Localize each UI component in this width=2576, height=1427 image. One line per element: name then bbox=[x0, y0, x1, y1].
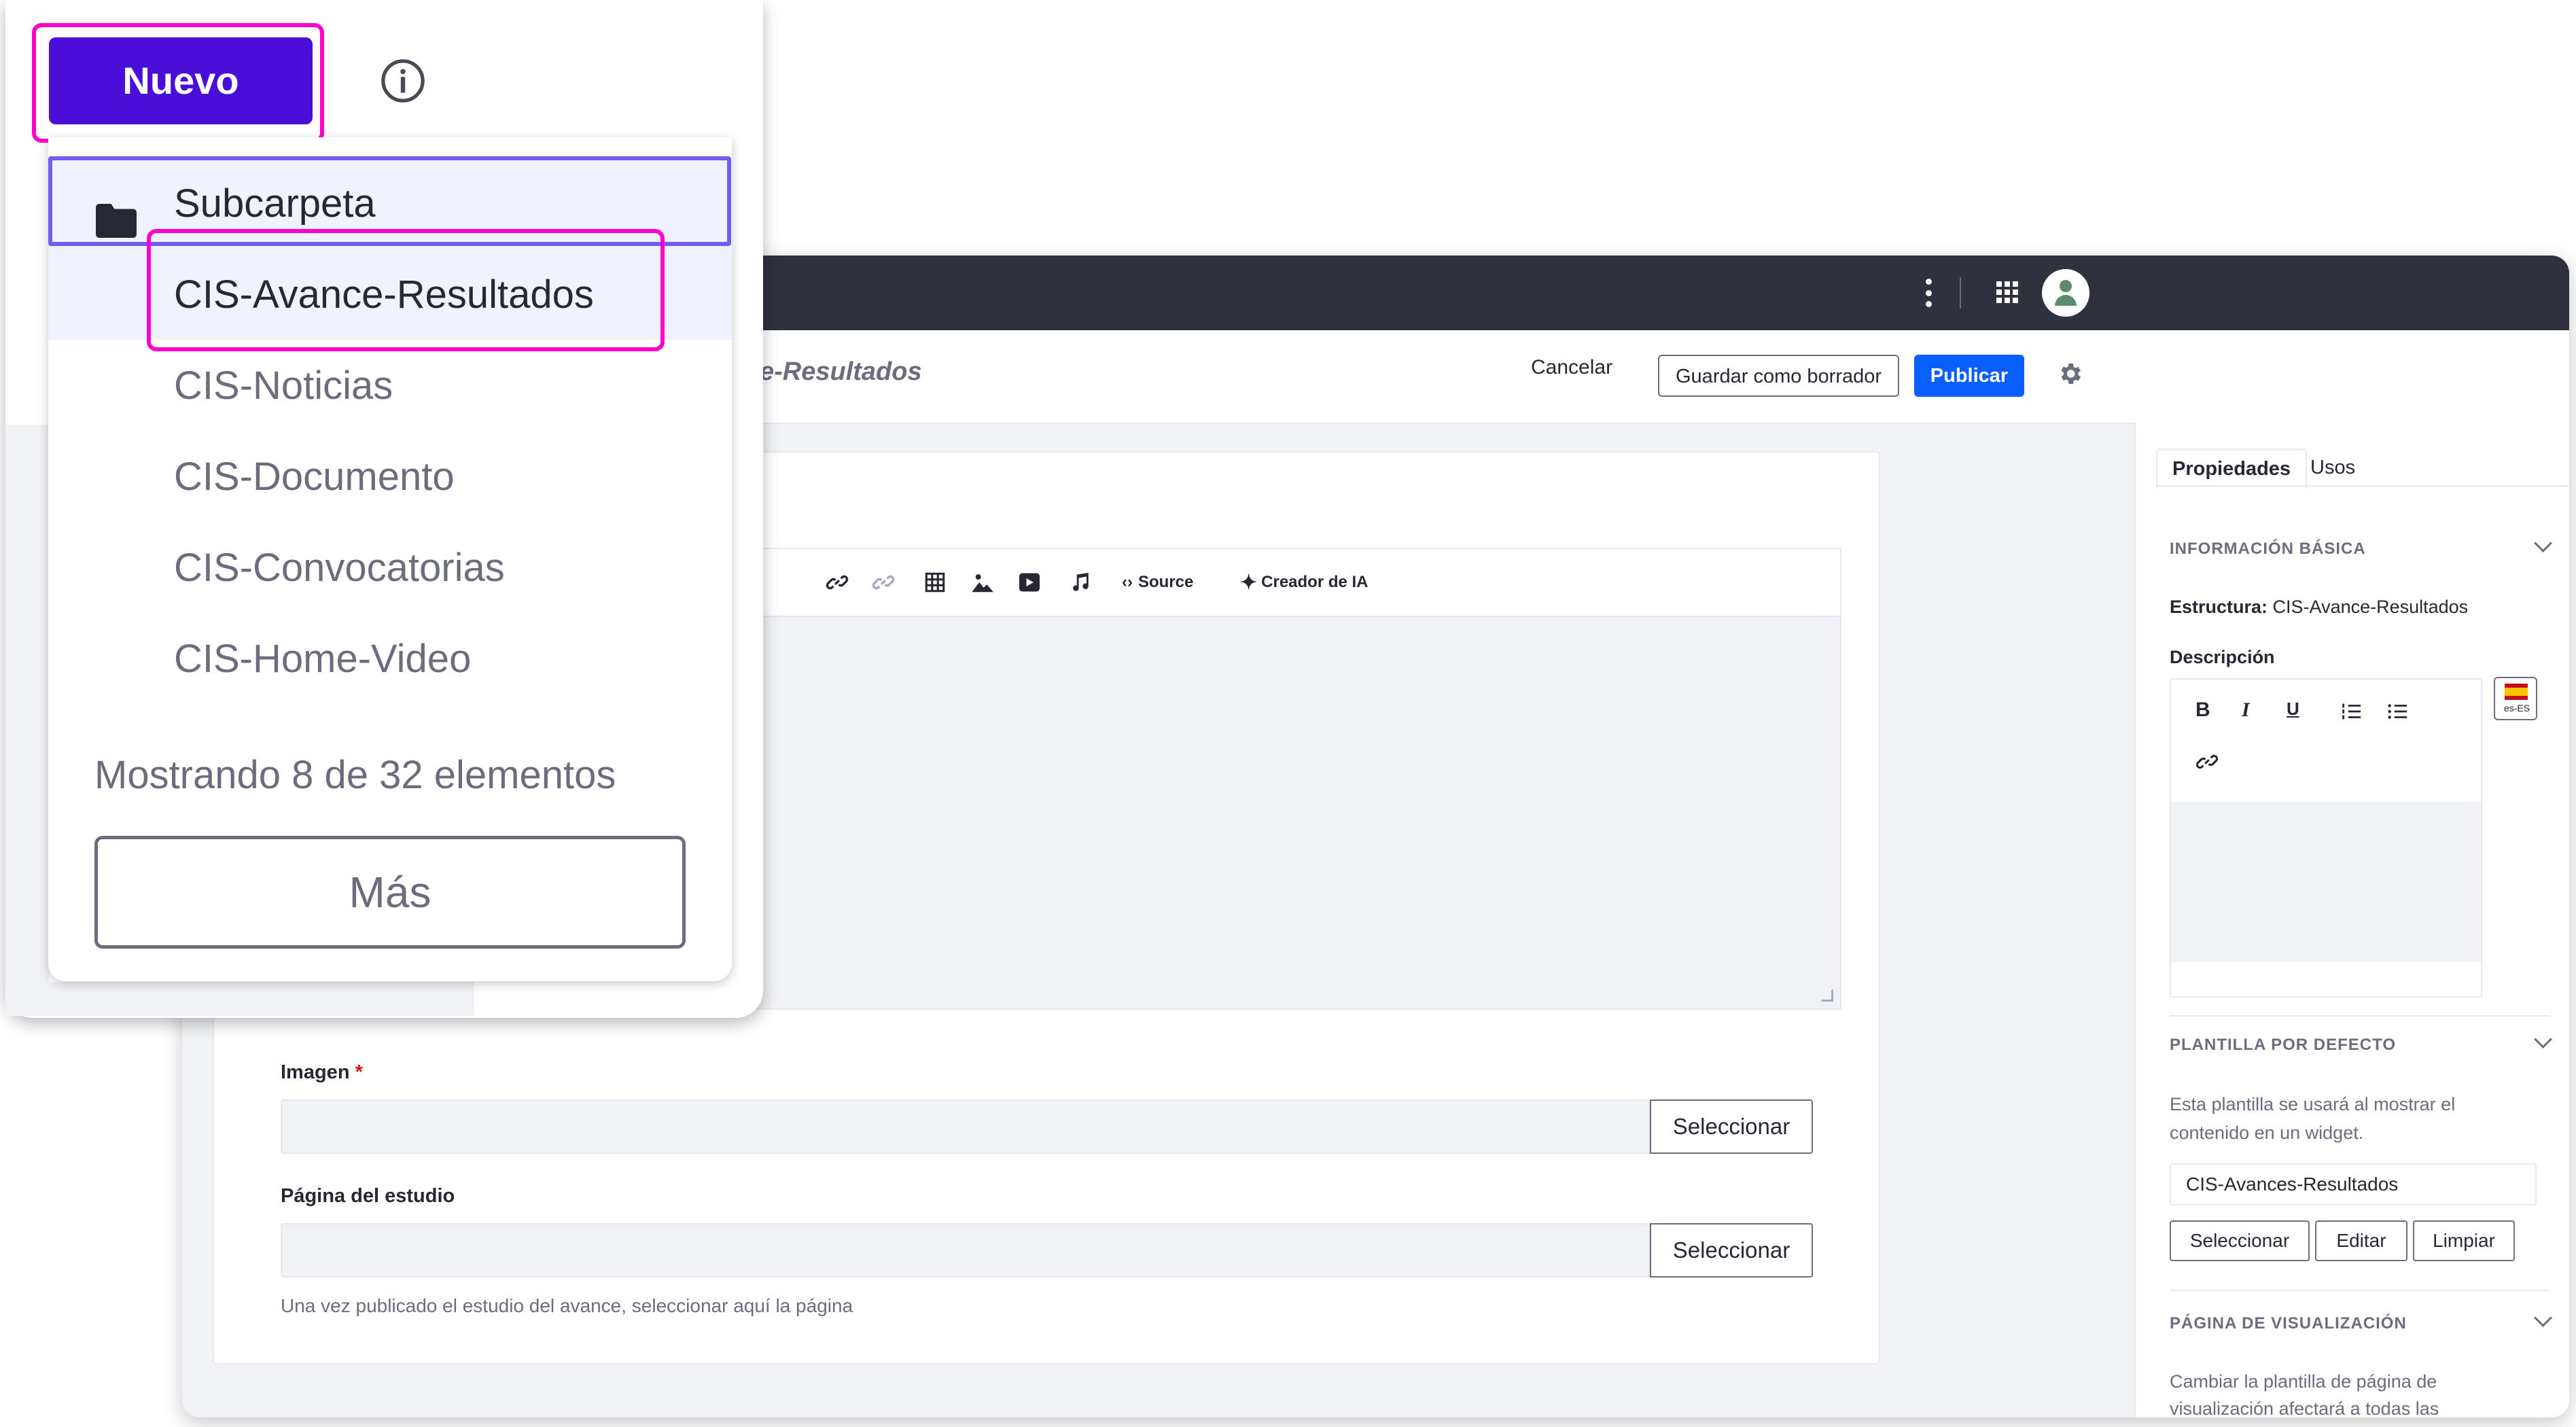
resize-handle[interactable] bbox=[1820, 989, 1833, 1002]
items-count-text: Mostrando 8 de 32 elementos bbox=[94, 753, 616, 797]
bullet-list-icon[interactable] bbox=[2386, 700, 2409, 723]
audio-icon[interactable] bbox=[1068, 567, 1091, 598]
image-select-button[interactable]: Seleccionar bbox=[1650, 1099, 1813, 1154]
section-divider bbox=[2170, 1015, 2550, 1017]
highlight-selected-item bbox=[147, 229, 665, 351]
description-text-area[interactable] bbox=[2171, 802, 2481, 962]
link-icon[interactable] bbox=[826, 567, 849, 598]
info-icon[interactable] bbox=[379, 57, 427, 105]
section-divider bbox=[2170, 1290, 2550, 1291]
topbar-divider bbox=[1960, 277, 1961, 309]
source-button[interactable]: ‹› Source bbox=[1122, 567, 1193, 598]
code-icon: ‹› bbox=[1122, 573, 1133, 591]
image-input[interactable] bbox=[281, 1099, 1650, 1154]
menu-item-cis-documento[interactable]: CIS-Documento bbox=[48, 431, 732, 522]
italic-icon[interactable]: I bbox=[2242, 699, 2250, 722]
background-strip bbox=[5, 425, 50, 1016]
display-page-section-title[interactable]: PÁGINA DE VISUALIZACIÓN bbox=[2170, 1314, 2407, 1333]
display-page-help-2: visualización afectará a todas las bbox=[2170, 1398, 2439, 1417]
spain-flag-icon bbox=[2505, 684, 2528, 700]
template-clear-button[interactable]: Limpiar bbox=[2413, 1220, 2515, 1261]
gear-icon[interactable] bbox=[2056, 360, 2083, 387]
description-label: Descripción bbox=[2170, 647, 2275, 667]
structure-info: Estructura: CIS-Avance-Resultados bbox=[2170, 597, 2469, 617]
more-button[interactable]: Más bbox=[94, 836, 686, 949]
more-options-icon[interactable] bbox=[1924, 279, 1933, 307]
tab-properties[interactable]: Propiedades bbox=[2156, 448, 2308, 489]
chevron-down-icon[interactable] bbox=[2534, 534, 2552, 552]
default-template-input[interactable]: CIS-Avances-Resultados bbox=[2170, 1163, 2537, 1205]
description-editor: B I U bbox=[2170, 678, 2482, 998]
image-icon[interactable] bbox=[970, 567, 995, 598]
ordered-list-icon[interactable] bbox=[2340, 700, 2363, 723]
background-strip bbox=[5, 982, 474, 1016]
properties-panel: Propiedades Usos INFORMACIÓN BÁSICA Estr… bbox=[2134, 423, 2569, 1417]
highlight-new-button bbox=[32, 23, 324, 143]
default-template-help-2: contenido en un widget. bbox=[2170, 1123, 2364, 1143]
bold-icon[interactable]: B bbox=[2195, 699, 2210, 722]
template-edit-button[interactable]: Editar bbox=[2315, 1220, 2407, 1261]
basic-info-section-title[interactable]: INFORMACIÓN BÁSICA bbox=[2170, 540, 2366, 559]
publish-button[interactable]: Publicar bbox=[1914, 355, 2024, 397]
sparkle-icon: ✦ bbox=[1240, 571, 1258, 594]
cancel-button[interactable]: Cancelar bbox=[1531, 356, 1612, 379]
chevron-down-icon[interactable] bbox=[2534, 1030, 2552, 1049]
menu-item-cis-convocatorias[interactable]: CIS-Convocatorias bbox=[48, 522, 732, 613]
study-page-field-label: Página del estudio bbox=[281, 1185, 455, 1207]
default-template-section-title[interactable]: PLANTILLA POR DEFECTO bbox=[2170, 1036, 2396, 1055]
image-field-label: Imagen * bbox=[281, 1061, 363, 1083]
video-icon[interactable] bbox=[1017, 567, 1042, 598]
menu-item-cis-home-video[interactable]: CIS-Home-Video bbox=[48, 613, 732, 704]
study-page-help-text: Una vez publicado el estudio del avance,… bbox=[281, 1295, 853, 1316]
display-page-help-1: Cambiar la plantilla de página de bbox=[2170, 1371, 2437, 1392]
underline-icon[interactable]: U bbox=[2287, 699, 2299, 720]
apps-grid-icon[interactable] bbox=[1996, 281, 2018, 303]
page-title: e-Resultados bbox=[760, 357, 922, 386]
menu-item-cis-noticias[interactable]: CIS-Noticias bbox=[48, 340, 732, 431]
template-select-button[interactable]: Seleccionar bbox=[2170, 1220, 2310, 1261]
link-icon[interactable] bbox=[2195, 750, 2219, 773]
tabs-divider bbox=[2156, 485, 2569, 487]
tab-uses[interactable]: Usos bbox=[2295, 448, 2370, 487]
user-avatar[interactable] bbox=[2042, 269, 2089, 317]
save-draft-button[interactable]: Guardar como borrador bbox=[1658, 355, 1900, 397]
table-icon[interactable] bbox=[923, 567, 947, 598]
study-page-input[interactable] bbox=[281, 1223, 1650, 1278]
ai-creator-button[interactable]: ✦ Creador de IA bbox=[1240, 567, 1369, 598]
study-page-select-button[interactable]: Seleccionar bbox=[1650, 1223, 1813, 1278]
unlink-icon[interactable] bbox=[872, 567, 895, 598]
locale-selector[interactable]: es-ES bbox=[2494, 677, 2537, 720]
chevron-down-icon[interactable] bbox=[2534, 1309, 2552, 1327]
default-template-help-1: Esta plantilla se usará al mostrar el bbox=[2170, 1094, 2456, 1114]
